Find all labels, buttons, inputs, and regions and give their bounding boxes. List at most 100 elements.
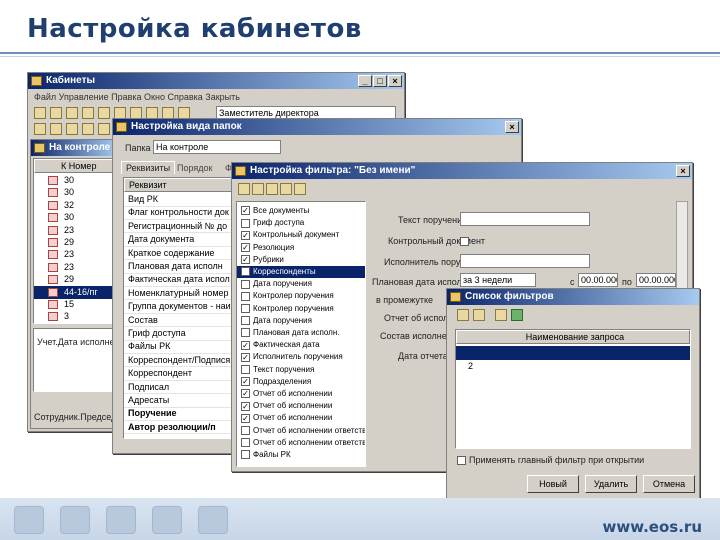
checklist-item[interactable]: ✓ Корреспонденты (237, 266, 365, 278)
checkbox[interactable]: ✓ (241, 413, 250, 423)
list-item[interactable]: Регистрационный № до (124, 220, 238, 234)
table-row[interactable] (456, 346, 690, 360)
checkbox[interactable]: ✓ (241, 242, 250, 252)
toolbar-icon[interactable] (82, 123, 94, 135)
table-row[interactable]: 2 (456, 360, 690, 374)
toolbar-icon[interactable] (98, 107, 110, 119)
toolbar-icon[interactable] (50, 107, 62, 119)
requisites-list[interactable]: Реквизит Вид РК Флаг контрольности док Рег… (123, 177, 239, 439)
filters-table[interactable]: Наименование запроса 2 (455, 329, 691, 449)
list-item[interactable]: Гриф доступа (124, 327, 238, 341)
checklist-item[interactable]: Гриф доступа (237, 217, 365, 229)
fields-checklist[interactable]: ✓ Все документы Гриф доступа ✓ Контрольный д… (236, 201, 366, 467)
list-item[interactable]: Поручение (124, 407, 238, 421)
checklist-item[interactable]: Отчет об исполнении ответственного (237, 425, 365, 437)
filter-toolbar-icon[interactable] (238, 183, 250, 195)
tab-requisites[interactable]: Реквизиты (121, 161, 176, 174)
toolbar-icon[interactable] (50, 123, 62, 135)
checklist-item[interactable]: Дата поручения (237, 278, 365, 290)
checkbox[interactable]: ✓ (241, 377, 250, 387)
control-doc-checkbox[interactable] (460, 237, 469, 246)
checkbox[interactable] (241, 438, 250, 448)
toolbar-icon[interactable] (98, 123, 110, 135)
cabinets-titlebar[interactable]: Кабинеты _ □ × (28, 73, 404, 89)
checklist-item[interactable]: ✓ Отчет об исполнении (237, 400, 365, 412)
checkbox[interactable] (241, 291, 250, 301)
checklist-item[interactable]: Плановая дата исполн. (237, 327, 365, 339)
checklist-item[interactable]: ✓ Отчет об исполнении (237, 412, 365, 424)
checkbox[interactable]: ✓ (241, 352, 250, 362)
checkbox[interactable]: ✓ (241, 389, 250, 399)
apply-main-filter-checkbox[interactable] (457, 456, 466, 466)
toolbar-icon[interactable] (66, 123, 78, 135)
checkbox[interactable] (241, 279, 250, 289)
checklist-item[interactable]: Отчет об исполнении ответственного (237, 437, 365, 449)
checklist-item[interactable]: ✓ Отчет об исполнении (237, 388, 365, 400)
checkbox[interactable] (241, 303, 250, 313)
toolbar-icon[interactable] (34, 107, 46, 119)
checkbox[interactable]: ✓ (241, 401, 250, 411)
close-button[interactable]: × (676, 165, 690, 177)
edit-icon[interactable] (457, 309, 469, 321)
down-arrow-icon[interactable] (511, 309, 523, 321)
list-item[interactable]: Корреспондент/Подпися (124, 354, 238, 368)
checklist-item[interactable]: Контролер поручения (237, 290, 365, 302)
list-item[interactable]: Флаг контрольности док (124, 206, 238, 220)
checklist-item[interactable]: ✓ Все документы (237, 205, 365, 217)
filter-toolbar-icon[interactable] (280, 183, 292, 195)
list-item[interactable]: Файлы РК (124, 340, 238, 354)
on-control-titlebar[interactable]: На контроле (31, 140, 117, 156)
checkbox[interactable] (241, 218, 250, 228)
menu-bar[interactable]: Файл Управление Правка Окно Справка Закр… (34, 92, 240, 102)
checkbox[interactable] (241, 328, 250, 338)
list-item[interactable]: Краткое содержание (124, 247, 238, 261)
checklist-item[interactable]: Текст поручения (237, 364, 365, 376)
filter-toolbar-icon[interactable] (294, 183, 306, 195)
close-button[interactable]: × (505, 121, 519, 133)
executor-input[interactable] (460, 254, 590, 268)
documents-list[interactable]: К Номер 30 30 32 30 23 29 23 23 29 44-16/пг 15 3 (33, 158, 115, 324)
folder-select[interactable]: На контроле (153, 140, 281, 154)
cancel-button[interactable]: Отмена (643, 475, 695, 493)
checkbox[interactable]: ✓ (241, 255, 250, 265)
task-text-input[interactable] (460, 212, 590, 226)
list-item[interactable]: Вид РК (124, 193, 238, 207)
filter-list-titlebar[interactable]: Список фильтров (447, 289, 699, 305)
list-item[interactable]: Автор резолюции/п (124, 421, 238, 435)
maximize-button[interactable]: □ (373, 75, 387, 87)
checklist-item[interactable]: Файлы РК (237, 449, 365, 461)
arrow-icon[interactable] (266, 183, 278, 195)
checkbox[interactable] (241, 364, 250, 374)
toolbar-icon[interactable] (34, 123, 46, 135)
list-item[interactable]: Состав (124, 314, 238, 328)
list-item[interactable]: Плановая дата исполн (124, 260, 238, 274)
checkbox[interactable] (241, 425, 250, 435)
checklist-item[interactable]: ✓ Рубрики (237, 254, 365, 266)
list-item[interactable]: Адресаты (124, 394, 238, 408)
checkbox[interactable]: ✓ (241, 230, 250, 240)
checkbox[interactable]: ✓ (241, 206, 250, 216)
minimize-button[interactable]: _ (358, 75, 372, 87)
date-from-input[interactable]: 00.00.0000 (578, 273, 618, 287)
period-select[interactable]: за 3 недели (460, 273, 536, 287)
list-item[interactable]: Группа документов - наи (124, 300, 238, 314)
list-item[interactable]: Фактическая дата испол (124, 273, 238, 287)
folder-view-titlebar[interactable]: Настройка вида папок × (113, 119, 521, 135)
list-item[interactable]: Корреспондент (124, 367, 238, 381)
delete-icon[interactable] (473, 309, 485, 321)
checkbox[interactable] (241, 450, 250, 460)
checklist-item[interactable]: ✓ Фактическая дата (237, 339, 365, 351)
new-button[interactable]: Новый (527, 475, 579, 493)
up-arrow-icon[interactable] (495, 309, 507, 321)
checklist-item[interactable]: ✓ Резолюция (237, 242, 365, 254)
filter-titlebar[interactable]: Настройка фильтра: "Без имени" × (232, 163, 692, 179)
checkbox[interactable]: ✓ (241, 267, 250, 277)
date-to-input[interactable]: 00.00.0000 (636, 273, 676, 287)
tab-order[interactable]: Порядок (173, 162, 216, 174)
checklist-item[interactable]: ✓ Подразделения (237, 376, 365, 388)
toolbar-icon[interactable] (66, 107, 78, 119)
checkbox[interactable]: ✓ (241, 340, 250, 350)
delete-button[interactable]: Удалить (585, 475, 637, 493)
checklist-item[interactable]: ✓ Контрольный документ (237, 229, 365, 241)
list-item[interactable]: Подписал (124, 381, 238, 395)
